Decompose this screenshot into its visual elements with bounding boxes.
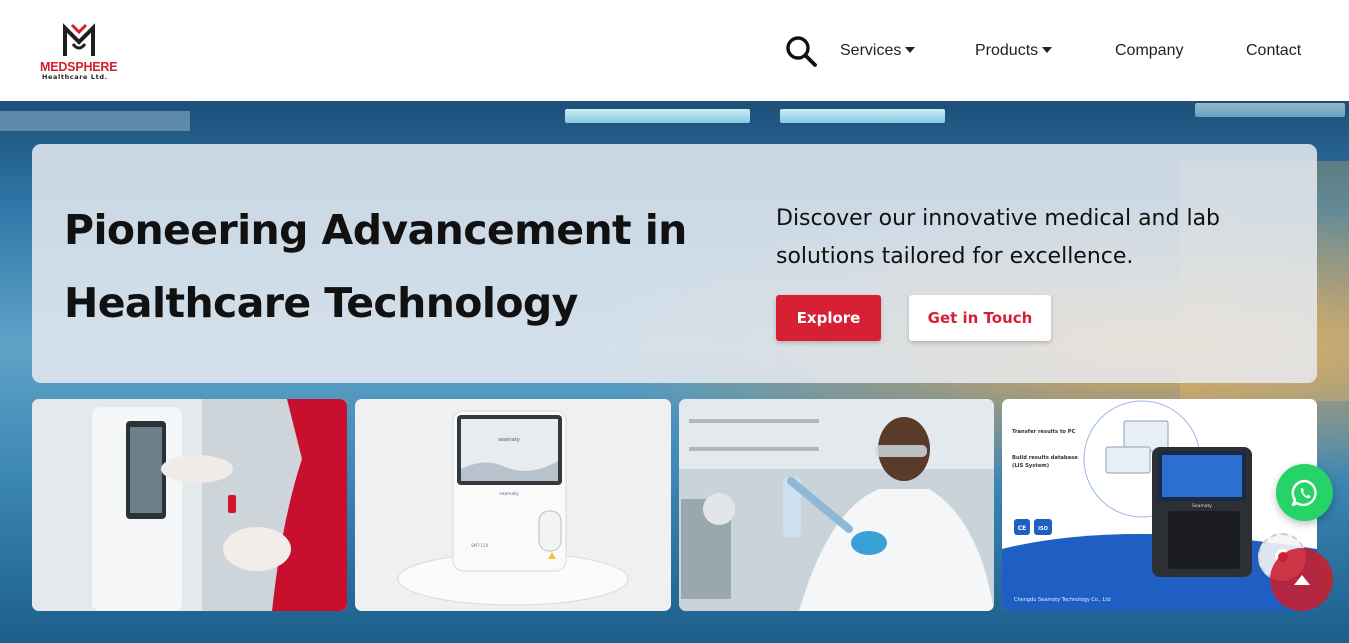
hero-panel: Pioneering Advancement in Healthcare Tec… xyxy=(32,144,1317,383)
get-in-touch-button[interactable]: Get in Touch xyxy=(909,295,1051,341)
search-icon[interactable] xyxy=(784,34,818,68)
hero-title: Pioneering Advancement in Healthcare Tec… xyxy=(64,194,704,340)
hero-subtitle: Discover our innovative medical and lab … xyxy=(776,206,1221,269)
nav-services[interactable]: Services xyxy=(840,42,916,60)
nav-company-label: Company xyxy=(1115,42,1184,59)
site-header: MEDSPHERE Healthcare Ltd. Services Produ… xyxy=(0,0,1349,101)
medsphere-logo-icon xyxy=(63,23,95,56)
ceiling-light xyxy=(780,109,945,123)
caret-down-icon xyxy=(1042,47,1053,53)
image-card-analyzer-touch[interactable] xyxy=(32,399,347,611)
ceiling-light xyxy=(1195,103,1345,117)
lis-text: (LIS System) xyxy=(1012,463,1049,469)
brand-subname: Healthcare Ltd. xyxy=(42,73,108,81)
lab-shelf xyxy=(0,111,190,131)
image-card-seamaty-analyzer[interactable]: seamaty seamaty SMT-120 xyxy=(355,399,671,611)
whatsapp-button[interactable] xyxy=(1276,464,1333,521)
nav-contact-label: Contact xyxy=(1246,42,1302,59)
caret-down-icon xyxy=(905,47,916,53)
hero-title-line1: Pioneering Advancement in xyxy=(64,206,687,254)
nav-contact[interactable]: Contact xyxy=(1246,42,1301,60)
scroll-to-top-button[interactable] xyxy=(1270,548,1333,611)
screen-brand-text: seamaty xyxy=(498,437,520,443)
arrow-up-icon xyxy=(1293,574,1310,585)
iso-mark: ISO xyxy=(1038,526,1048,532)
ceiling-light xyxy=(565,109,750,123)
transfer-text: Transfer results to PC xyxy=(1012,429,1076,435)
hero-title-line2: Healthcare Technology xyxy=(64,279,578,327)
build-text: Build results database xyxy=(1012,455,1078,461)
brand-name: MEDSPHERE xyxy=(40,60,118,74)
explore-button[interactable]: Explore xyxy=(776,295,881,341)
model-text: SMT-120 xyxy=(471,543,489,548)
whatsapp-icon xyxy=(1291,479,1317,506)
device-label: Seamaty xyxy=(1192,503,1212,509)
nav-products[interactable]: Products xyxy=(975,42,1053,60)
nav-company[interactable]: Company xyxy=(1115,42,1183,60)
seamaty-analyzer-photo: seamaty seamaty SMT-120 xyxy=(355,399,671,611)
brand-logo[interactable]: MEDSPHERE Healthcare Ltd. xyxy=(38,22,124,81)
lab-analyzer-photo xyxy=(32,399,347,611)
company-text: Chengdu Seamaty Technology Co., Ltd xyxy=(1014,597,1111,603)
hero-section: Pioneering Advancement in Healthcare Tec… xyxy=(0,101,1349,643)
nav-services-label: Services xyxy=(840,42,902,59)
ce-mark: CE xyxy=(1018,525,1027,532)
scientist-photo xyxy=(679,399,994,611)
image-card-scientist[interactable] xyxy=(679,399,994,611)
nav-products-label: Products xyxy=(975,42,1039,59)
device-brand-text: seamaty xyxy=(499,491,519,497)
